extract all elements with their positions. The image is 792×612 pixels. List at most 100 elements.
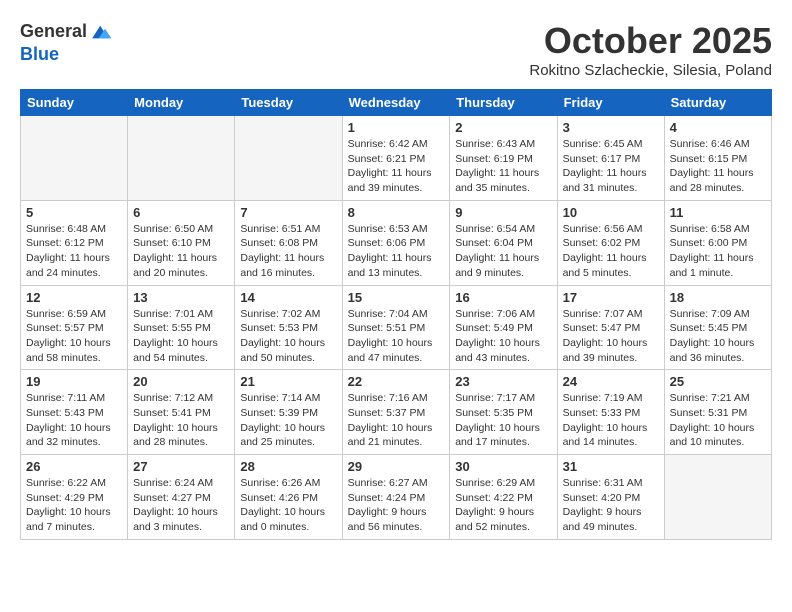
day-info: Sunrise: 6:54 AM Sunset: 6:04 PM Dayligh… [455,222,551,281]
day-info: Sunrise: 6:51 AM Sunset: 6:08 PM Dayligh… [240,222,336,281]
calendar-cell: 31 Sunrise: 6:31 AM Sunset: 4:20 PM Dayli… [557,455,664,540]
title-block: October 2025 Rokitno Szlacheckie, Silesi… [529,20,772,79]
calendar-cell: 3 Sunrise: 6:45 AM Sunset: 6:17 PM Daylig… [557,116,664,201]
calendar-cell: 18 Sunrise: 7:09 AM Sunset: 5:45 PM Dayli… [664,285,771,370]
day-number: 27 [133,459,229,474]
day-number: 15 [348,290,445,305]
calendar-cell [21,116,128,201]
day-info: Sunrise: 6:45 AM Sunset: 6:17 PM Dayligh… [563,137,659,196]
week-row-5: 26 Sunrise: 6:22 AM Sunset: 4:29 PM Dayli… [21,455,772,540]
calendar-cell: 7 Sunrise: 6:51 AM Sunset: 6:08 PM Daylig… [235,200,342,285]
logo-blue: Blue [20,44,113,66]
day-info: Sunrise: 6:24 AM Sunset: 4:27 PM Dayligh… [133,476,229,535]
day-info: Sunrise: 6:53 AM Sunset: 6:06 PM Dayligh… [348,222,445,281]
calendar-cell: 8 Sunrise: 6:53 AM Sunset: 6:06 PM Daylig… [342,200,450,285]
day-info: Sunrise: 6:26 AM Sunset: 4:26 PM Dayligh… [240,476,336,535]
calendar: SundayMondayTuesdayWednesdayThursdayFrid… [20,89,772,540]
day-info: Sunrise: 6:56 AM Sunset: 6:02 PM Dayligh… [563,222,659,281]
week-row-2: 5 Sunrise: 6:48 AM Sunset: 6:12 PM Daylig… [21,200,772,285]
calendar-cell: 16 Sunrise: 7:06 AM Sunset: 5:49 PM Dayli… [450,285,557,370]
day-info: Sunrise: 7:17 AM Sunset: 5:35 PM Dayligh… [455,391,551,450]
calendar-cell: 30 Sunrise: 6:29 AM Sunset: 4:22 PM Dayli… [450,455,557,540]
calendar-cell: 5 Sunrise: 6:48 AM Sunset: 6:12 PM Daylig… [21,200,128,285]
calendar-cell: 29Sunrise: 6:27 AM Sunset: 4:24 PM Dayli… [342,455,450,540]
location: Rokitno Szlacheckie, Silesia, Poland [529,62,772,79]
day-number: 8 [348,205,445,220]
calendar-cell [664,455,771,540]
day-info: Sunrise: 7:16 AM Sunset: 5:37 PM Dayligh… [348,391,445,450]
weekday-header-friday: Friday [557,90,664,116]
day-info: Sunrise: 6:46 AM Sunset: 6:15 PM Dayligh… [670,137,766,196]
logo-general: General [20,21,87,43]
day-number: 28 [240,459,336,474]
day-info: Sunrise: 7:02 AM Sunset: 5:53 PM Dayligh… [240,307,336,366]
logo: General Blue [20,20,113,66]
day-number: 1 [348,120,445,135]
day-number: 11 [670,205,766,220]
day-number: 5 [26,205,122,220]
day-info: Sunrise: 7:19 AM Sunset: 5:33 PM Dayligh… [563,391,659,450]
logo-icon [89,20,113,44]
day-number: 20 [133,374,229,389]
day-info: Sunrise: 7:14 AM Sunset: 5:39 PM Dayligh… [240,391,336,450]
weekday-header-sunday: Sunday [21,90,128,116]
day-info: Sunrise: 6:43 AM Sunset: 6:19 PM Dayligh… [455,137,551,196]
calendar-cell: 11Sunrise: 6:58 AM Sunset: 6:00 PM Dayli… [664,200,771,285]
day-number: 3 [563,120,659,135]
day-number: 21 [240,374,336,389]
day-info: Sunrise: 7:21 AM Sunset: 5:31 PM Dayligh… [670,391,766,450]
page-header: General Blue October 2025 Rokitno Szlach… [20,20,772,79]
calendar-cell: 22 Sunrise: 7:16 AM Sunset: 5:37 PM Dayli… [342,370,450,455]
weekday-header-saturday: Saturday [664,90,771,116]
day-number: 19 [26,374,122,389]
day-number: 29 [348,459,445,474]
calendar-cell: 12Sunrise: 6:59 AM Sunset: 5:57 PM Dayli… [21,285,128,370]
day-number: 25 [670,374,766,389]
day-number: 16 [455,290,551,305]
weekday-header-row: SundayMondayTuesdayWednesdayThursdayFrid… [21,90,772,116]
week-row-4: 19Sunrise: 7:11 AM Sunset: 5:43 PM Dayli… [21,370,772,455]
day-info: Sunrise: 6:48 AM Sunset: 6:12 PM Dayligh… [26,222,122,281]
calendar-cell: 19Sunrise: 7:11 AM Sunset: 5:43 PM Dayli… [21,370,128,455]
day-number: 31 [563,459,659,474]
day-info: Sunrise: 6:29 AM Sunset: 4:22 PM Dayligh… [455,476,551,535]
day-number: 12 [26,290,122,305]
day-info: Sunrise: 7:06 AM Sunset: 5:49 PM Dayligh… [455,307,551,366]
day-number: 23 [455,374,551,389]
calendar-cell [235,116,342,201]
day-info: Sunrise: 6:42 AM Sunset: 6:21 PM Dayligh… [348,137,445,196]
day-info: Sunrise: 7:09 AM Sunset: 5:45 PM Dayligh… [670,307,766,366]
calendar-cell: 13Sunrise: 7:01 AM Sunset: 5:55 PM Dayli… [128,285,235,370]
calendar-cell: 14 Sunrise: 7:02 AM Sunset: 5:53 PM Dayli… [235,285,342,370]
day-number: 18 [670,290,766,305]
calendar-cell: 21 Sunrise: 7:14 AM Sunset: 5:39 PM Dayli… [235,370,342,455]
day-info: Sunrise: 7:07 AM Sunset: 5:47 PM Dayligh… [563,307,659,366]
week-row-1: 1 Sunrise: 6:42 AM Sunset: 6:21 PM Daylig… [21,116,772,201]
day-number: 26 [26,459,122,474]
weekday-header-tuesday: Tuesday [235,90,342,116]
day-info: Sunrise: 6:22 AM Sunset: 4:29 PM Dayligh… [26,476,122,535]
calendar-cell: 15Sunrise: 7:04 AM Sunset: 5:51 PM Dayli… [342,285,450,370]
calendar-cell: 27 Sunrise: 6:24 AM Sunset: 4:27 PM Dayli… [128,455,235,540]
calendar-cell: 20Sunrise: 7:12 AM Sunset: 5:41 PM Dayli… [128,370,235,455]
day-number: 14 [240,290,336,305]
calendar-cell: 4 Sunrise: 6:46 AM Sunset: 6:15 PM Daylig… [664,116,771,201]
weekday-header-thursday: Thursday [450,90,557,116]
day-info: Sunrise: 6:31 AM Sunset: 4:20 PM Dayligh… [563,476,659,535]
day-number: 7 [240,205,336,220]
day-number: 10 [563,205,659,220]
weekday-header-wednesday: Wednesday [342,90,450,116]
calendar-cell: 17Sunrise: 7:07 AM Sunset: 5:47 PM Dayli… [557,285,664,370]
day-number: 22 [348,374,445,389]
calendar-cell: 10 Sunrise: 6:56 AM Sunset: 6:02 PM Dayli… [557,200,664,285]
month-title: October 2025 [529,20,772,62]
day-number: 4 [670,120,766,135]
day-number: 9 [455,205,551,220]
calendar-cell: 2Sunrise: 6:43 AM Sunset: 6:19 PM Daylig… [450,116,557,201]
calendar-cell: 1 Sunrise: 6:42 AM Sunset: 6:21 PM Daylig… [342,116,450,201]
day-number: 13 [133,290,229,305]
day-number: 30 [455,459,551,474]
weekday-header-monday: Monday [128,90,235,116]
calendar-cell: 23 Sunrise: 7:17 AM Sunset: 5:35 PM Dayli… [450,370,557,455]
day-info: Sunrise: 6:50 AM Sunset: 6:10 PM Dayligh… [133,222,229,281]
